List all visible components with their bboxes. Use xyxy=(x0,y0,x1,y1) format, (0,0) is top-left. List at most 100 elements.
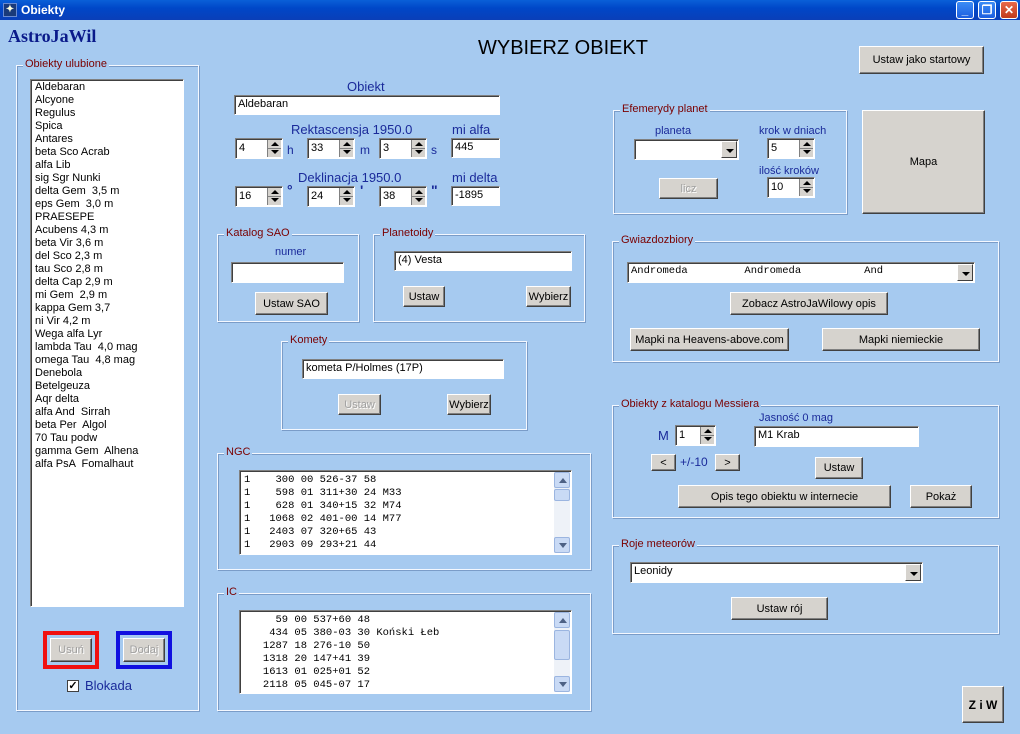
ngc-row[interactable]: 1 598 01 311+30 24 M33 xyxy=(240,487,571,500)
favorite-item[interactable]: Spica xyxy=(31,120,183,133)
favorite-item[interactable]: Alcyone xyxy=(31,94,183,107)
ic-scrollbar[interactable] xyxy=(554,612,570,692)
favorite-item[interactable]: delta Cap 2,9 m xyxy=(31,276,183,289)
messier-web-button[interactable]: Opis tego obiektu w internecie xyxy=(678,485,891,508)
favorite-item[interactable]: del Sco 2,3 m xyxy=(31,250,183,263)
dec-seconds-spinner[interactable]: 38 xyxy=(379,186,427,207)
scroll-thumb[interactable] xyxy=(554,489,570,501)
map-button[interactable]: Mapa xyxy=(862,110,985,214)
favorite-item[interactable]: Wega alfa Lyr xyxy=(31,328,183,341)
ngc-row[interactable]: 1 300 00 526-37 58 xyxy=(240,474,571,487)
planetoid-choose-button[interactable]: Wybierz xyxy=(526,286,571,307)
favorite-item[interactable]: Antares xyxy=(31,133,183,146)
ra-seconds-spinner[interactable]: 3 xyxy=(379,138,427,159)
ngc-row[interactable]: 1 628 01 340+15 32 M74 xyxy=(240,500,571,513)
chevron-down-icon[interactable] xyxy=(905,564,921,581)
sao-number-field[interactable] xyxy=(231,262,344,283)
favorite-item[interactable]: beta Vir 3,6 m xyxy=(31,237,183,250)
ic-row[interactable]: 434 05 380-03 30 Koński Łeb xyxy=(240,627,571,640)
ngc-row[interactable]: 1 2903 09 293+21 44 xyxy=(240,539,571,552)
favorite-item[interactable]: PRAESEPE xyxy=(31,211,183,224)
messier-number-spinner[interactable]: 1 xyxy=(675,425,716,446)
scroll-down-icon[interactable] xyxy=(554,537,570,553)
scroll-up-icon[interactable] xyxy=(554,472,570,488)
favorites-list[interactable]: Aldebaran Alcyone Regulus Spica Antares beta … xyxy=(30,79,184,607)
remove-button[interactable]: Usuń xyxy=(50,638,92,662)
constellation-select[interactable]: Andromeda Andromeda And xyxy=(627,262,975,283)
messier-next-button[interactable]: > xyxy=(715,454,740,471)
favorite-item[interactable]: Aqr delta xyxy=(31,393,183,406)
favorite-item[interactable]: beta Per Algol xyxy=(31,419,183,432)
scroll-thumb[interactable] xyxy=(554,630,570,660)
ziw-button[interactable]: Z i W xyxy=(962,686,1004,723)
ic-row[interactable]: 2118 05 045-07 17 xyxy=(240,679,571,692)
comet-set-button[interactable]: Ustaw xyxy=(338,394,381,415)
maximize-button[interactable]: ❐ xyxy=(978,1,996,19)
messier-set-button[interactable]: Ustaw xyxy=(815,457,863,479)
minimize-button[interactable]: _ xyxy=(956,1,974,19)
set-start-button[interactable]: Ustaw jako startowy xyxy=(859,46,984,74)
favorite-item[interactable]: sig Sgr Nunki xyxy=(31,172,183,185)
favorite-item[interactable]: Denebola xyxy=(31,367,183,380)
ic-row[interactable]: 1287 18 276-10 50 xyxy=(240,640,571,653)
ngc-row[interactable]: 1 1068 02 401-00 14 M77 xyxy=(240,513,571,526)
favorite-item[interactable]: kappa Gem 3,7 xyxy=(31,302,183,315)
favorite-item[interactable]: lambda Tau 4,0 mag xyxy=(31,341,183,354)
favorite-item[interactable]: gamma Gem Alhena xyxy=(31,445,183,458)
ngc-scrollbar[interactable] xyxy=(554,472,570,553)
favorite-item[interactable]: Aldebaran xyxy=(31,81,183,94)
comet-field[interactable]: kometa P/Holmes (17P) xyxy=(302,359,504,379)
mi-alfa-field[interactable]: 445 xyxy=(451,138,500,158)
chevron-down-icon[interactable] xyxy=(721,141,737,158)
scroll-down-icon[interactable] xyxy=(554,676,570,692)
describe-constellation-button[interactable]: Zobacz AstroJaWilowy opis xyxy=(730,292,888,315)
ngc-list[interactable]: 1 300 00 526-37 58 1 598 01 311+30 24 M33… xyxy=(239,470,572,555)
favorite-item[interactable]: eps Gem 3,0 m xyxy=(31,198,183,211)
set-sao-button[interactable]: Ustaw SAO xyxy=(255,292,328,315)
ic-list[interactable]: 59 00 537+60 48 434 05 380-03 30 Koński … xyxy=(239,610,572,694)
favorite-item[interactable]: omega Tau 4,8 mag xyxy=(31,354,183,367)
favorite-item[interactable]: mi Gem 2,9 m xyxy=(31,289,183,302)
planetoid-field[interactable]: (4) Vesta xyxy=(394,251,572,271)
title-bar[interactable]: ✦ Obiekty _ ❐ ✕ xyxy=(0,0,1020,20)
planetoid-set-button[interactable]: Ustaw xyxy=(403,286,445,307)
compute-button[interactable]: licz xyxy=(659,178,718,199)
dec-minutes-spinner[interactable]: 24 xyxy=(307,186,355,207)
ngc-row[interactable]: 1 2403 07 320+65 43 xyxy=(240,526,571,539)
comet-choose-button[interactable]: Wybierz xyxy=(447,394,491,415)
chevron-down-icon[interactable] xyxy=(957,264,973,281)
dec-degrees-spinner[interactable]: 16 xyxy=(235,186,283,207)
planet-select[interactable] xyxy=(634,139,739,160)
ic-row[interactable]: 59 00 537+60 48 xyxy=(240,614,571,627)
favorite-item[interactable]: Regulus xyxy=(31,107,183,120)
ic-row[interactable]: 1318 20 147+41 39 xyxy=(240,653,571,666)
set-meteor-shower-button[interactable]: Ustaw rój xyxy=(731,597,828,620)
meteor-shower-select[interactable]: Leonidy xyxy=(630,562,923,583)
messier-prev-button[interactable]: < xyxy=(651,454,676,471)
ic-row[interactable]: 1613 01 025+01 52 xyxy=(240,666,571,679)
lock-checkbox[interactable]: ✓ xyxy=(67,680,79,692)
favorite-item[interactable]: delta Gem 3,5 m xyxy=(31,185,183,198)
german-maps-button[interactable]: Mapki niemieckie xyxy=(822,328,980,351)
messier-name-field[interactable]: M1 Krab xyxy=(754,426,919,447)
favorite-item[interactable]: tau Sco 2,8 m xyxy=(31,263,183,276)
favorite-item[interactable]: alfa Lib xyxy=(31,159,183,172)
step-spinner[interactable]: 5 xyxy=(767,138,815,159)
favorite-item[interactable]: ni Vir 4,2 m xyxy=(31,315,183,328)
ra-hours-spinner[interactable]: 4 xyxy=(235,138,283,159)
scroll-up-icon[interactable] xyxy=(554,612,570,628)
favorite-item[interactable]: alfa And Sirrah xyxy=(31,406,183,419)
messier-show-button[interactable]: Pokaż xyxy=(910,485,972,508)
close-button[interactable]: ✕ xyxy=(1000,1,1018,19)
count-spinner[interactable]: 10 xyxy=(767,177,815,198)
favorite-item[interactable]: Betelgeuza xyxy=(31,380,183,393)
favorite-item[interactable]: alfa PsA Fomalhaut xyxy=(31,458,183,471)
mi-delta-field[interactable]: -1895 xyxy=(451,186,500,206)
heavens-above-button[interactable]: Mapki na Heavens-above.com xyxy=(630,328,789,351)
object-name-field[interactable]: Aldebaran xyxy=(234,95,500,115)
add-button[interactable]: Dodaj xyxy=(123,638,165,662)
ra-minutes-spinner[interactable]: 33 xyxy=(307,138,355,159)
favorite-item[interactable]: beta Sco Acrab xyxy=(31,146,183,159)
favorite-item[interactable]: 70 Tau podw xyxy=(31,432,183,445)
favorite-item[interactable]: Acubens 4,3 m xyxy=(31,224,183,237)
